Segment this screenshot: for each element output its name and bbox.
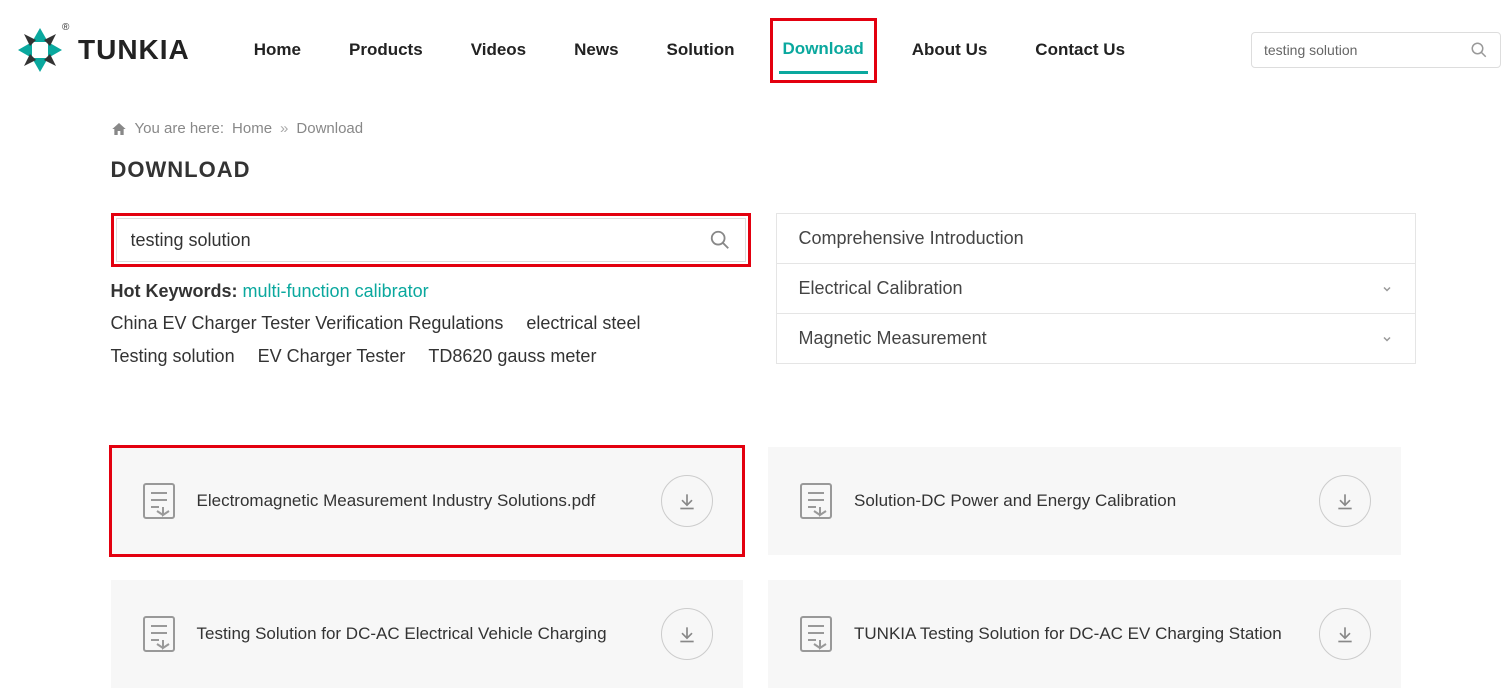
hot-keyword[interactable]: TD8620 gauss meter [428,340,596,372]
hot-keywords: Hot Keywords: multi-function calibrator … [111,275,751,372]
chevron-down-icon [1381,283,1393,295]
category-item[interactable]: Magnetic Measurement [776,313,1416,364]
download-button[interactable] [661,475,713,527]
document-icon [141,614,177,654]
search-icon[interactable] [709,229,731,251]
nav-item-download[interactable]: Download [779,27,868,74]
download-title[interactable]: Electromagnetic Measurement Industry Sol… [197,491,642,511]
download-button[interactable] [661,608,713,660]
document-icon [798,614,834,654]
nav-item-about-us[interactable]: About Us [908,28,992,72]
breadcrumb-separator: » [280,120,288,137]
header: ® TUNKIA Home Products Videos News Solution D… [0,0,1511,90]
chevron-down-icon [1381,333,1393,345]
main-search-highlight [111,213,751,267]
download-title[interactable]: Solution-DC Power and Energy Calibration [854,491,1299,511]
download-title[interactable]: TUNKIA Testing Solution for DC-AC EV Cha… [854,624,1299,644]
home-icon [111,121,127,137]
document-icon [798,481,834,521]
breadcrumb-home-link[interactable]: Home [232,120,272,137]
category-label: Magnetic Measurement [799,328,987,349]
download-button[interactable] [1319,475,1371,527]
page-title: DOWNLOAD [111,157,1401,183]
download-card: Electromagnetic Measurement Industry Sol… [111,447,744,555]
download-card: Solution-DC Power and Energy Calibration [768,447,1401,555]
category-list: Comprehensive Introduction Electrical Cal… [776,213,1416,364]
hot-keyword[interactable]: multi-function calibrator [243,275,429,307]
nav-item-news[interactable]: News [570,28,622,72]
top-search-input[interactable] [1264,42,1470,58]
logo-text: TUNKIA [78,34,190,66]
main-search[interactable] [116,218,746,262]
logo-icon: ® [10,20,70,80]
category-item[interactable]: Electrical Calibration [776,263,1416,314]
main-nav: Home Products Videos News Solution Download Ab… [250,27,1221,74]
hot-keywords-label: Hot Keywords: [111,281,238,301]
hot-keyword[interactable]: Testing solution [111,340,235,372]
top-search[interactable] [1251,32,1501,68]
download-title[interactable]: Testing Solution for DC-AC Electrical Ve… [197,624,642,644]
breadcrumb: You are here: Home » Download [111,120,1401,137]
document-icon [141,481,177,521]
downloads-grid: Electromagnetic Measurement Industry Sol… [111,447,1401,688]
nav-item-home[interactable]: Home [250,28,305,72]
hot-keyword[interactable]: electrical steel [526,307,640,339]
download-card: Testing Solution for DC-AC Electrical Ve… [111,580,744,688]
nav-item-solution[interactable]: Solution [663,28,739,72]
download-button[interactable] [1319,608,1371,660]
main-search-input[interactable] [131,230,709,251]
category-label: Comprehensive Introduction [799,228,1024,249]
breadcrumb-current[interactable]: Download [296,120,363,137]
category-label: Electrical Calibration [799,278,963,299]
hot-keyword[interactable]: China EV Charger Tester Verification Reg… [111,307,504,339]
svg-text:®: ® [62,22,70,33]
search-icon[interactable] [1470,41,1488,59]
breadcrumb-prefix: You are here: [135,120,225,137]
nav-item-contact-us[interactable]: Contact Us [1031,28,1129,72]
download-card: TUNKIA Testing Solution for DC-AC EV Cha… [768,580,1401,688]
nav-item-videos[interactable]: Videos [467,28,530,72]
hot-keyword[interactable]: EV Charger Tester [258,340,406,372]
category-item[interactable]: Comprehensive Introduction [776,213,1416,264]
nav-item-products[interactable]: Products [345,28,427,72]
logo[interactable]: ® TUNKIA [10,20,190,80]
